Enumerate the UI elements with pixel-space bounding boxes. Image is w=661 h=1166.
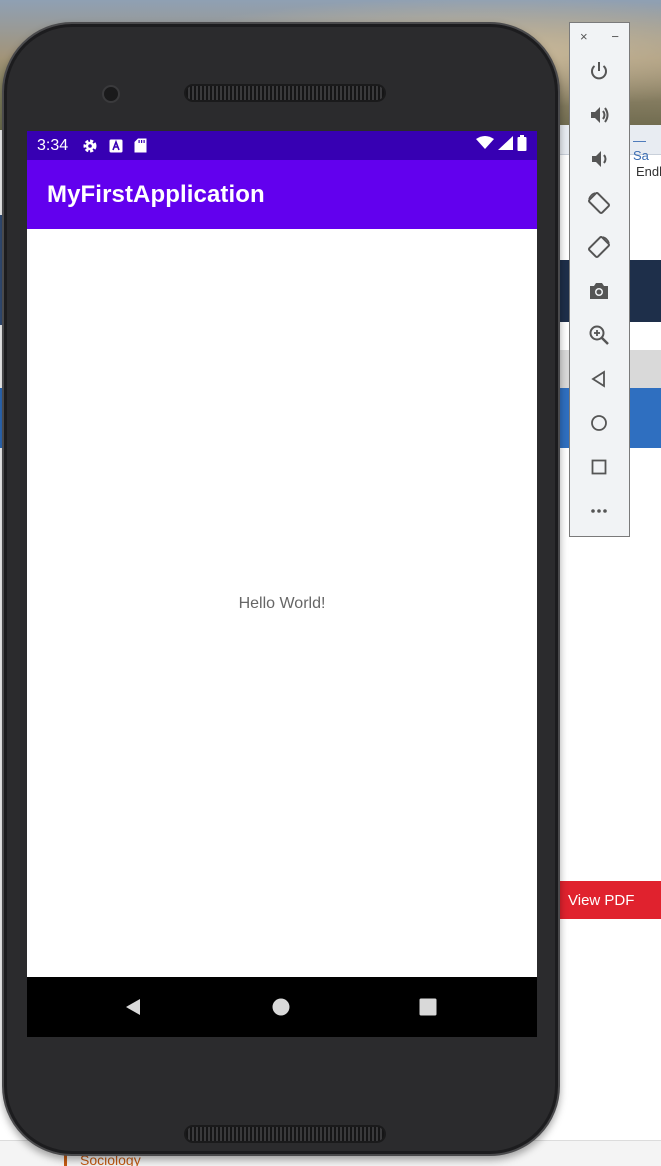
status-time: 3:34 (37, 136, 69, 154)
app-title: MyFirstApplication (47, 180, 265, 208)
power-icon[interactable] (586, 58, 612, 84)
emulator-toolbar: × − (569, 22, 630, 537)
rotate-left-icon[interactable] (586, 190, 612, 216)
signal-icon (498, 136, 513, 155)
back-icon[interactable] (123, 997, 143, 1017)
view-pdf-button[interactable]: View PDF (556, 881, 661, 919)
navigation-bar (27, 977, 537, 1037)
front-camera (102, 85, 120, 103)
a-icon (109, 139, 123, 153)
volume-up-icon[interactable] (586, 102, 612, 128)
back-icon[interactable] (586, 366, 612, 392)
minimize-button[interactable]: − (611, 29, 619, 44)
recents-icon[interactable] (418, 997, 438, 1017)
status-right-icons (476, 131, 527, 160)
overview-icon[interactable] (586, 454, 612, 480)
main-content: Hello World! (27, 229, 537, 977)
status-bar: 3:34 (27, 131, 537, 160)
gear-icon (82, 138, 98, 154)
camera-icon[interactable] (586, 278, 612, 304)
background-tab-title: — Sa (633, 133, 649, 163)
wifi-icon (476, 136, 494, 155)
toolbar-window-controls: × − (570, 23, 629, 49)
rotate-right-icon[interactable] (586, 234, 612, 260)
volume-down-icon[interactable] (586, 146, 612, 172)
top-speaker (184, 84, 386, 102)
app-bar: MyFirstApplication (27, 160, 537, 229)
bottom-speaker (184, 1125, 386, 1143)
phone-screen[interactable]: 3:34 MyFirstApplication Hello World! (27, 131, 537, 1037)
home-icon[interactable] (271, 997, 291, 1017)
zoom-icon[interactable] (586, 322, 612, 348)
more-icon[interactable] (586, 498, 612, 524)
hello-world-text: Hello World! (238, 595, 326, 612)
close-button[interactable]: × (580, 29, 588, 44)
battery-icon (517, 135, 527, 156)
sd-card-icon (134, 138, 147, 153)
background-side-text: Endl (636, 164, 661, 179)
home-icon[interactable] (586, 410, 612, 436)
